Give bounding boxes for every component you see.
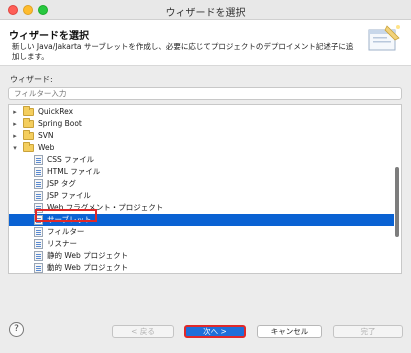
- tree-item-html-file[interactable]: HTML ファイル: [9, 166, 394, 178]
- back-button[interactable]: < 戻る: [112, 325, 174, 338]
- finish-button[interactable]: 完了: [333, 325, 403, 338]
- cancel-button[interactable]: キャンセル: [257, 325, 322, 338]
- listener-icon: [34, 239, 43, 249]
- tree-item-label: SVN: [38, 131, 54, 140]
- tree-item-css-file[interactable]: CSS ファイル: [9, 154, 394, 166]
- tree-item-web[interactable]: ▾ Web: [9, 142, 394, 154]
- wizards-label: ウィザード:: [10, 75, 53, 84]
- filter-input[interactable]: [8, 87, 402, 100]
- tree-item-label: QuickRex: [38, 107, 74, 116]
- next-button[interactable]: 次へ >: [184, 325, 246, 338]
- tree-item-label: 静的 Web プロジェクト: [47, 251, 129, 260]
- folder-open-icon: [23, 142, 34, 152]
- tree-item-label: JSP ファイル: [47, 191, 91, 200]
- tree-item-filter[interactable]: フィルター: [9, 226, 394, 238]
- tree-item-label: フィルター: [47, 227, 85, 236]
- tree-item-static-web-project[interactable]: 静的 Web プロジェクト: [9, 250, 394, 262]
- tree-item-listener[interactable]: リスナー: [9, 238, 394, 250]
- jsp-file-icon: [34, 191, 43, 201]
- tree-item-label: JSP タグ: [47, 179, 76, 188]
- tree-item-spring-boot[interactable]: ▸ Spring Boot: [9, 118, 394, 130]
- folder-icon: [23, 118, 34, 128]
- html-file-icon: [34, 167, 43, 177]
- chevron-right-icon[interactable]: ▸: [11, 118, 19, 130]
- folder-icon: [23, 106, 34, 116]
- tree-item-jsp-file[interactable]: JSP ファイル: [9, 190, 394, 202]
- tree-item-svn[interactable]: ▸ SVN: [9, 130, 394, 142]
- tree-item-label: リスナー: [47, 239, 77, 248]
- folder-icon: [23, 130, 34, 140]
- tree-item-label: HTML ファイル: [47, 167, 101, 176]
- page-title: ウィザードを選択: [9, 31, 89, 42]
- chevron-down-icon[interactable]: ▾: [11, 142, 19, 154]
- tree-item-label: 動的 Web プロジェクト: [47, 263, 129, 272]
- chevron-right-icon[interactable]: ▸: [11, 106, 19, 118]
- tree-item-label: CSS ファイル: [47, 155, 95, 164]
- filter-icon: [34, 227, 43, 237]
- wizard-dialog: ウィザードを選択 ウィザードを選択 新しい Java/Jakarta サーブレッ…: [0, 0, 411, 353]
- tree-item-jsp-tag[interactable]: JSP タグ: [9, 178, 394, 190]
- css-file-icon: [34, 155, 43, 165]
- help-button[interactable]: ?: [9, 322, 24, 337]
- tree-scrollbar[interactable]: [395, 167, 399, 237]
- static-web-project-icon: [34, 251, 43, 261]
- window-title: ウィザードを選択: [165, 8, 246, 19]
- wizard-header: ウィザードを選択 新しい Java/Jakarta サーブレットを作成し、必要に…: [0, 20, 411, 66]
- dynamic-web-project-icon: [34, 263, 43, 273]
- chevron-right-icon[interactable]: ▸: [11, 130, 19, 142]
- tree-item-label: Web: [38, 143, 55, 152]
- tree-item-quickrex[interactable]: ▸ QuickRex: [9, 106, 394, 118]
- page-description: 新しい Java/Jakarta サーブレットを作成し、必要に応じてプロジェクト…: [12, 42, 354, 61]
- jsp-tag-icon: [34, 179, 43, 189]
- tree-item-dynamic-web-project[interactable]: 動的 Web プロジェクト: [9, 262, 394, 273]
- title-bar: ウィザードを選択: [0, 0, 411, 20]
- wizard-banner-icon: [368, 25, 400, 51]
- highlight-box: [35, 209, 97, 222]
- tree-item-label: Spring Boot: [38, 119, 82, 128]
- wizard-tree[interactable]: ▸ QuickRex ▸ Spring Boot ▸ SVN ▾ Web CSS…: [8, 104, 402, 274]
